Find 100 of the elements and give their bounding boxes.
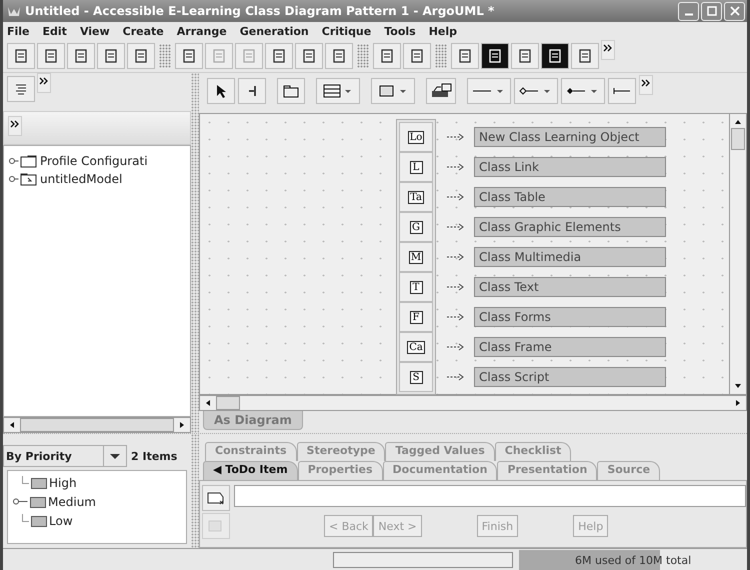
menu-item[interactable]: Arrange — [176, 24, 227, 38]
toolbar-button[interactable] — [608, 78, 636, 104]
class-node: Class Table — [474, 187, 666, 207]
toolbar-button[interactable] — [265, 43, 293, 69]
tree-item[interactable]: Profile Configurati — [4, 152, 190, 170]
overflow-icon[interactable] — [37, 73, 51, 93]
palette-button[interactable]: G — [399, 212, 433, 242]
tree-item[interactable]: Low — [8, 511, 186, 530]
class-node: Class Multimedia — [474, 247, 666, 267]
class-node: Class Graphic Elements — [474, 217, 666, 237]
minimize-button[interactable] — [678, 2, 699, 20]
palette-button[interactable]: F — [399, 302, 433, 332]
menu-item[interactable]: Edit — [42, 24, 67, 38]
palette-button[interactable]: M — [399, 242, 433, 272]
palette-button[interactable]: L — [399, 152, 433, 182]
close-button[interactable] — [724, 2, 745, 20]
toolbar-button[interactable] — [67, 43, 95, 69]
menu-item[interactable]: Help — [428, 24, 458, 38]
dashed-arrow — [446, 192, 466, 202]
toolbar-button[interactable] — [7, 76, 35, 102]
class-node: New Class Learning Object — [474, 127, 666, 147]
document-icon — [14, 49, 28, 63]
toolbar-button[interactable] — [426, 78, 456, 104]
toolbar-button[interactable] — [325, 43, 353, 69]
toolbar-button[interactable] — [511, 43, 539, 69]
headline-field[interactable] — [234, 485, 746, 507]
toolbar-button[interactable] — [7, 43, 35, 69]
toolbar-button[interactable] — [238, 78, 266, 104]
toolbar-grip[interactable] — [435, 44, 447, 68]
toolbar-button[interactable] — [451, 43, 479, 69]
folder-icon — [30, 496, 46, 508]
document-icon — [410, 49, 424, 63]
new-item-icon — [207, 490, 225, 506]
class-node: Class Script — [474, 367, 666, 387]
select-tool-button[interactable] — [207, 78, 235, 104]
folder-icon — [31, 514, 47, 526]
tree-item[interactable]: Medium — [8, 492, 186, 511]
item-count: 2 Items — [131, 450, 178, 462]
toolbar-button[interactable] — [571, 43, 599, 69]
new-item-button[interactable] — [202, 485, 230, 511]
menu-item[interactable]: Critique — [322, 24, 372, 38]
tree-item[interactable]: High — [8, 473, 186, 492]
scroll-bar[interactable] — [3, 417, 191, 433]
composition-tool-button[interactable] — [561, 78, 605, 104]
overflow-icon[interactable] — [8, 116, 22, 136]
document-icon — [44, 49, 58, 63]
class-node: Class Forms — [474, 307, 666, 327]
document-icon — [182, 49, 196, 63]
toolbar-button[interactable] — [127, 43, 155, 69]
splitter-handle[interactable] — [191, 73, 199, 433]
document-icon — [578, 49, 592, 63]
aggregation-tool-button[interactable] — [514, 78, 558, 104]
toolbar-button[interactable] — [403, 43, 431, 69]
folder-icon — [31, 476, 47, 488]
toolbar-button[interactable] — [175, 43, 203, 69]
toolbar-grip[interactable] — [357, 44, 369, 68]
toolbar-button[interactable] — [97, 43, 125, 69]
class-tool-button[interactable] — [316, 78, 360, 104]
tab[interactable]: ◀ ToDo Item — [203, 461, 298, 480]
overflow-icon[interactable] — [601, 40, 615, 60]
dashed-arrow — [446, 222, 466, 232]
maximize-button[interactable] — [701, 2, 722, 20]
window-title: Untitled - Accessible E-Learning Class Diagram Pattern 1 - ArgoUML * — [25, 4, 496, 18]
dashed-arrow — [446, 162, 466, 172]
class-icon — [323, 84, 353, 98]
class-node: Class Link — [474, 157, 666, 177]
scroll-bar[interactable] — [199, 395, 747, 411]
tree-item[interactable]: untitledModel — [4, 170, 190, 188]
document-icon — [104, 49, 118, 63]
toolbar-button[interactable] — [373, 43, 401, 69]
document-icon — [302, 49, 316, 63]
menu-item[interactable]: View — [80, 24, 110, 38]
menu-item[interactable]: Tools — [384, 24, 416, 38]
splitter-handle[interactable] — [191, 434, 199, 548]
dashed-arrow — [446, 312, 466, 322]
document-icon — [548, 49, 562, 63]
folder-icon — [283, 84, 299, 98]
palette-button[interactable]: Lo — [399, 122, 433, 152]
package-tool-button[interactable] — [277, 78, 305, 104]
palette-button[interactable]: Ca — [399, 332, 433, 362]
palette-button[interactable]: S — [399, 362, 433, 392]
toolbar-button[interactable] — [295, 43, 323, 69]
toolbar-button[interactable] — [481, 43, 509, 69]
toolbar-button[interactable] — [37, 43, 65, 69]
document-icon — [212, 49, 226, 63]
grouping-dropdown[interactable]: By Priority — [3, 445, 127, 467]
menu-item[interactable]: Generation — [240, 24, 309, 38]
palette-button[interactable]: T — [399, 272, 433, 302]
overflow-icon[interactable] — [639, 75, 653, 95]
dashed-arrow — [446, 282, 466, 292]
menu-item[interactable]: Create — [122, 24, 164, 38]
document-icon — [134, 49, 148, 63]
line-tool-button[interactable] — [467, 78, 511, 104]
scroll-bar[interactable] — [729, 114, 746, 394]
toolbar-button[interactable] — [541, 43, 569, 69]
palette-tool-button[interactable] — [371, 78, 415, 104]
palette-button[interactable]: Ta — [399, 182, 433, 212]
toolbar-grip[interactable] — [159, 44, 171, 68]
document-icon — [242, 49, 256, 63]
menu-item[interactable]: File — [7, 24, 30, 38]
